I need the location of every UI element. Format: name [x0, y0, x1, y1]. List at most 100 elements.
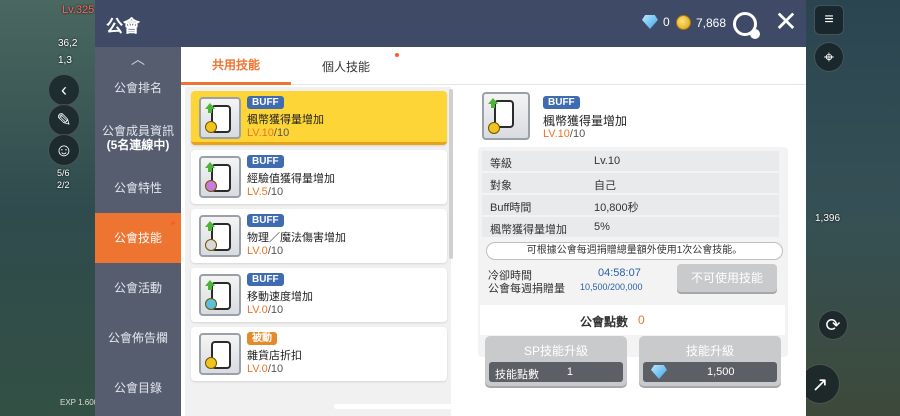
skill-level: LV.10/10 [247, 127, 290, 139]
skill-card[interactable]: BUFF 移動速度增加 LV.0/10 [191, 268, 447, 322]
sidebar-item-label: 公會目錄 [113, 381, 162, 395]
skill-level: LV.0/10 [247, 245, 284, 257]
gem-currency: 0 [642, 15, 670, 29]
game-scene-left [0, 0, 95, 416]
donation-notice: 可根據公會每週捐贈總量額外使用1次公會技能。 [486, 242, 783, 260]
back-arrow-icon[interactable]: ‹ [48, 74, 80, 106]
weekly-donation-value: 10,500/200,000 [580, 282, 643, 292]
sp-upgrade-label: SP技能升級 [523, 344, 588, 358]
notification-dot [395, 53, 399, 57]
auto-icon[interactable]: ⟳ [818, 310, 848, 340]
skill-upgrade-cost: 1,500 [707, 366, 735, 378]
mesos-buff-icon [199, 97, 241, 139]
sidebar-item-sublabel: (5名連線中) [106, 138, 170, 152]
skill-upgrade-button[interactable]: 技能升級 1,500 [639, 336, 781, 386]
party-icon[interactable]: ☺ [48, 134, 80, 166]
skill-tag: BUFF [247, 273, 284, 286]
hud-buff-count: 5/6 [57, 168, 70, 178]
skill-points-label: 技能點數 [495, 369, 539, 381]
hud-stat-1: 36,2 [58, 38, 78, 49]
skill-name: 經驗值獲得量增加 [247, 173, 335, 185]
coin-icon [676, 15, 691, 30]
notification-dot [171, 221, 175, 225]
sidebar-item-label: 公會活動 [113, 281, 162, 295]
tab-label: 共用技能 [211, 58, 260, 72]
sidebar-item-label: 公會成員資訊 [101, 124, 174, 138]
guild-skills-panel: 共用技能 個人技能 BUFF 楓幣獲得量增加 LV.10/10 BUFF 經驗值… [181, 47, 806, 416]
sidebar-item-label: 公會技能 [113, 231, 162, 245]
weekly-donation-label: 公會每週捐贈量 [488, 283, 565, 295]
damage-buff-icon [199, 215, 241, 257]
sidebar-item-guild-skills[interactable]: 公會技能 [95, 213, 181, 263]
skill-level: LV.5/10 [247, 186, 284, 198]
home-indicator[interactable] [334, 404, 566, 409]
hud-buff-count-2: 2/2 [57, 180, 70, 190]
skill-tag: BUFF [247, 155, 284, 168]
quest-icon[interactable]: ✎ [48, 104, 80, 136]
attack-icon[interactable]: ↗ [800, 364, 840, 404]
guild-sidebar: ︿ 公會排名 公會成員資訊 (5名連線中) 公會特性 公會技能 公會活動 公會佈… [95, 47, 181, 416]
gem-icon [642, 15, 658, 29]
skill-upgrade-label: 技能升級 [685, 344, 734, 358]
guild-points-value: 0 [638, 313, 645, 327]
sidebar-item-guild-notice[interactable]: 公會佈告欄 [95, 313, 181, 363]
hud-right-number: 1,396 [815, 213, 841, 224]
skill-name: 雜貨店折扣 [247, 350, 302, 362]
settings-icon[interactable] [733, 12, 760, 39]
list-scrollbar[interactable] [449, 89, 453, 259]
skill-card[interactable]: 被動 雜貨店折扣 LV.0/10 [191, 327, 447, 381]
tab-personal-skills[interactable]: 個人技能 [291, 47, 401, 85]
skill-card[interactable]: BUFF 經驗值獲得量增加 LV.5/10 [191, 150, 447, 204]
gem-icon [651, 365, 667, 379]
sidebar-item-label: 公會佈告欄 [107, 331, 168, 345]
tab-shared-skills[interactable]: 共用技能 [181, 47, 291, 85]
map-pin-icon[interactable]: ⌖ [814, 42, 844, 72]
info-row: Buff時間 10,800秒 [482, 195, 779, 215]
info-row: 對象 自己 [482, 173, 779, 193]
coin-currency: 7,868 [676, 15, 726, 30]
hud-level: Lv.325 [62, 4, 95, 16]
skill-tag: 被動 [247, 332, 277, 345]
skill-level: LV.0/10 [247, 304, 284, 316]
skill-tabs: 共用技能 個人技能 [181, 47, 806, 85]
cooldown-value: 04:58:07 [598, 267, 641, 279]
shop-discount-icon [199, 333, 241, 375]
tab-label: 個人技能 [321, 59, 370, 74]
speed-buff-icon [199, 274, 241, 316]
sidebar-item-guild-events[interactable]: 公會活動 [95, 263, 181, 313]
skill-tag: BUFF [543, 96, 580, 109]
skill-tag: BUFF [247, 96, 284, 109]
gem-count: 0 [663, 15, 670, 29]
skill-card[interactable]: BUFF 物理／魔法傷害增加 LV.0/10 [191, 209, 447, 263]
skill-tag: BUFF [247, 214, 284, 227]
sidebar-item-label: 公會排名 [113, 81, 162, 95]
exp-buff-icon [199, 156, 241, 198]
skill-info-box: 等級 Lv.10 對象 自己 Buff時間 10,800秒 楓幣獲得量增加 5% 可根據… [478, 147, 788, 357]
detail-skill-level: LV.10/10 [543, 128, 586, 140]
hud-stat-2: 1,3 [58, 55, 72, 66]
skill-card[interactable]: BUFF 楓幣獲得量增加 LV.10/10 [191, 91, 447, 145]
sidebar-item-guild-directory[interactable]: 公會目錄 [95, 363, 181, 413]
info-row: 等級 Lv.10 [482, 151, 779, 171]
sidebar-item-label: 公會特性 [113, 181, 162, 195]
skill-name: 移動速度增加 [247, 291, 313, 303]
sidebar-item-guild-traits[interactable]: 公會特性 [95, 163, 181, 213]
menu-icon[interactable]: ≡ [814, 5, 844, 35]
guild-points: 公會點數 0 [480, 305, 785, 335]
skill-level: LV.0/10 [247, 363, 284, 375]
skill-list[interactable]: BUFF 楓幣獲得量增加 LV.10/10 BUFF 經驗值獲得量增加 LV.5… [185, 87, 451, 416]
sidebar-item-member-info[interactable]: 公會成員資訊 (5名連線中) [95, 113, 181, 163]
info-row: 楓幣獲得量增加 5% [482, 217, 779, 237]
detail-skill-name: 楓幣獲得量增加 [543, 114, 628, 128]
skill-detail: BUFF 楓幣獲得量增加 LV.10/10 等級 Lv.10 對象 自己 Buff時… [460, 87, 800, 416]
skill-name: 物理／魔法傷害增加 [247, 232, 346, 244]
mesos-buff-icon [482, 92, 530, 140]
close-button[interactable]: ✕ [772, 8, 800, 36]
guild-points-label: 公會點數 [580, 315, 629, 329]
page-title: 公會 [106, 17, 140, 36]
use-skill-button[interactable]: 不可使用技能 [677, 264, 777, 292]
skill-points-value: 1 [566, 366, 573, 378]
sp-skill-upgrade-button[interactable]: SP技能升級 技能點數 1 [485, 336, 627, 386]
sidebar-item-guild-ranking[interactable]: 公會排名 [95, 63, 181, 113]
skill-name: 楓幣獲得量增加 [247, 114, 324, 126]
